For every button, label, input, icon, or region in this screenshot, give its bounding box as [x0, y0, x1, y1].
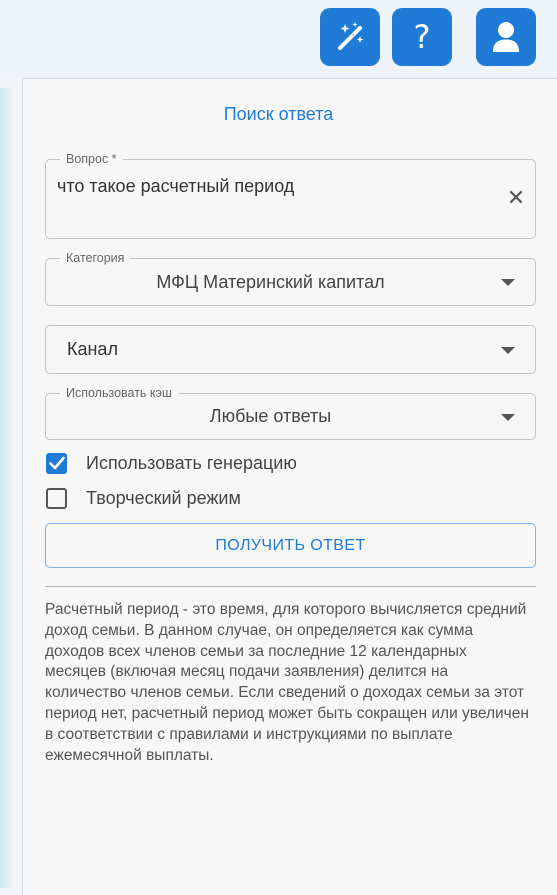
category-select[interactable]: Категория МФЦ Материнский капитал — [45, 250, 536, 306]
cache-select[interactable]: Использовать кэш Любые ответы — [45, 385, 536, 440]
question-field[interactable]: Вопрос * что такое расчетный период — [45, 151, 536, 239]
use-generation-label: Использовать генерацию — [86, 452, 297, 473]
background-pane-edge-shade — [0, 88, 14, 888]
channel-select[interactable]: Канал — [45, 325, 536, 374]
divider — [45, 586, 536, 587]
category-value: МФЦ Материнский капитал — [156, 271, 385, 292]
magic-wand-button[interactable] — [320, 8, 380, 66]
top-toolbar: ? — [0, 0, 557, 78]
background-pane-edge — [0, 78, 22, 895]
checkbox-checked-icon[interactable] — [46, 452, 67, 474]
creative-mode-label: Творческий режим — [86, 487, 241, 508]
help-icon: ? — [413, 18, 431, 56]
magic-wand-icon — [338, 22, 364, 50]
user-icon — [493, 22, 519, 52]
checkbox-unchecked-icon[interactable] — [46, 487, 67, 509]
chevron-down-icon — [501, 413, 515, 421]
get-answer-button[interactable]: ПОЛУЧИТЬ ОТВЕТ — [45, 523, 536, 568]
question-input[interactable]: что такое расчетный период — [57, 176, 294, 197]
channel-placeholder: Канал — [67, 339, 118, 359]
answer-text: Расчетный период - это время, для которо… — [45, 601, 529, 764]
clear-icon[interactable] — [509, 190, 523, 204]
user-profile-button[interactable] — [476, 8, 536, 66]
creative-mode-checkbox[interactable]: Творческий режим — [46, 486, 241, 510]
chevron-down-icon — [501, 346, 515, 354]
chevron-down-icon — [501, 279, 515, 286]
panel-title: Поиск ответа — [223, 104, 334, 124]
cache-value: Любые ответы — [209, 406, 332, 426]
help-button[interactable]: ? — [392, 8, 452, 66]
question-label: Вопрос * — [60, 151, 123, 167]
use-generation-checkbox[interactable]: Использовать генерацию — [46, 451, 297, 475]
